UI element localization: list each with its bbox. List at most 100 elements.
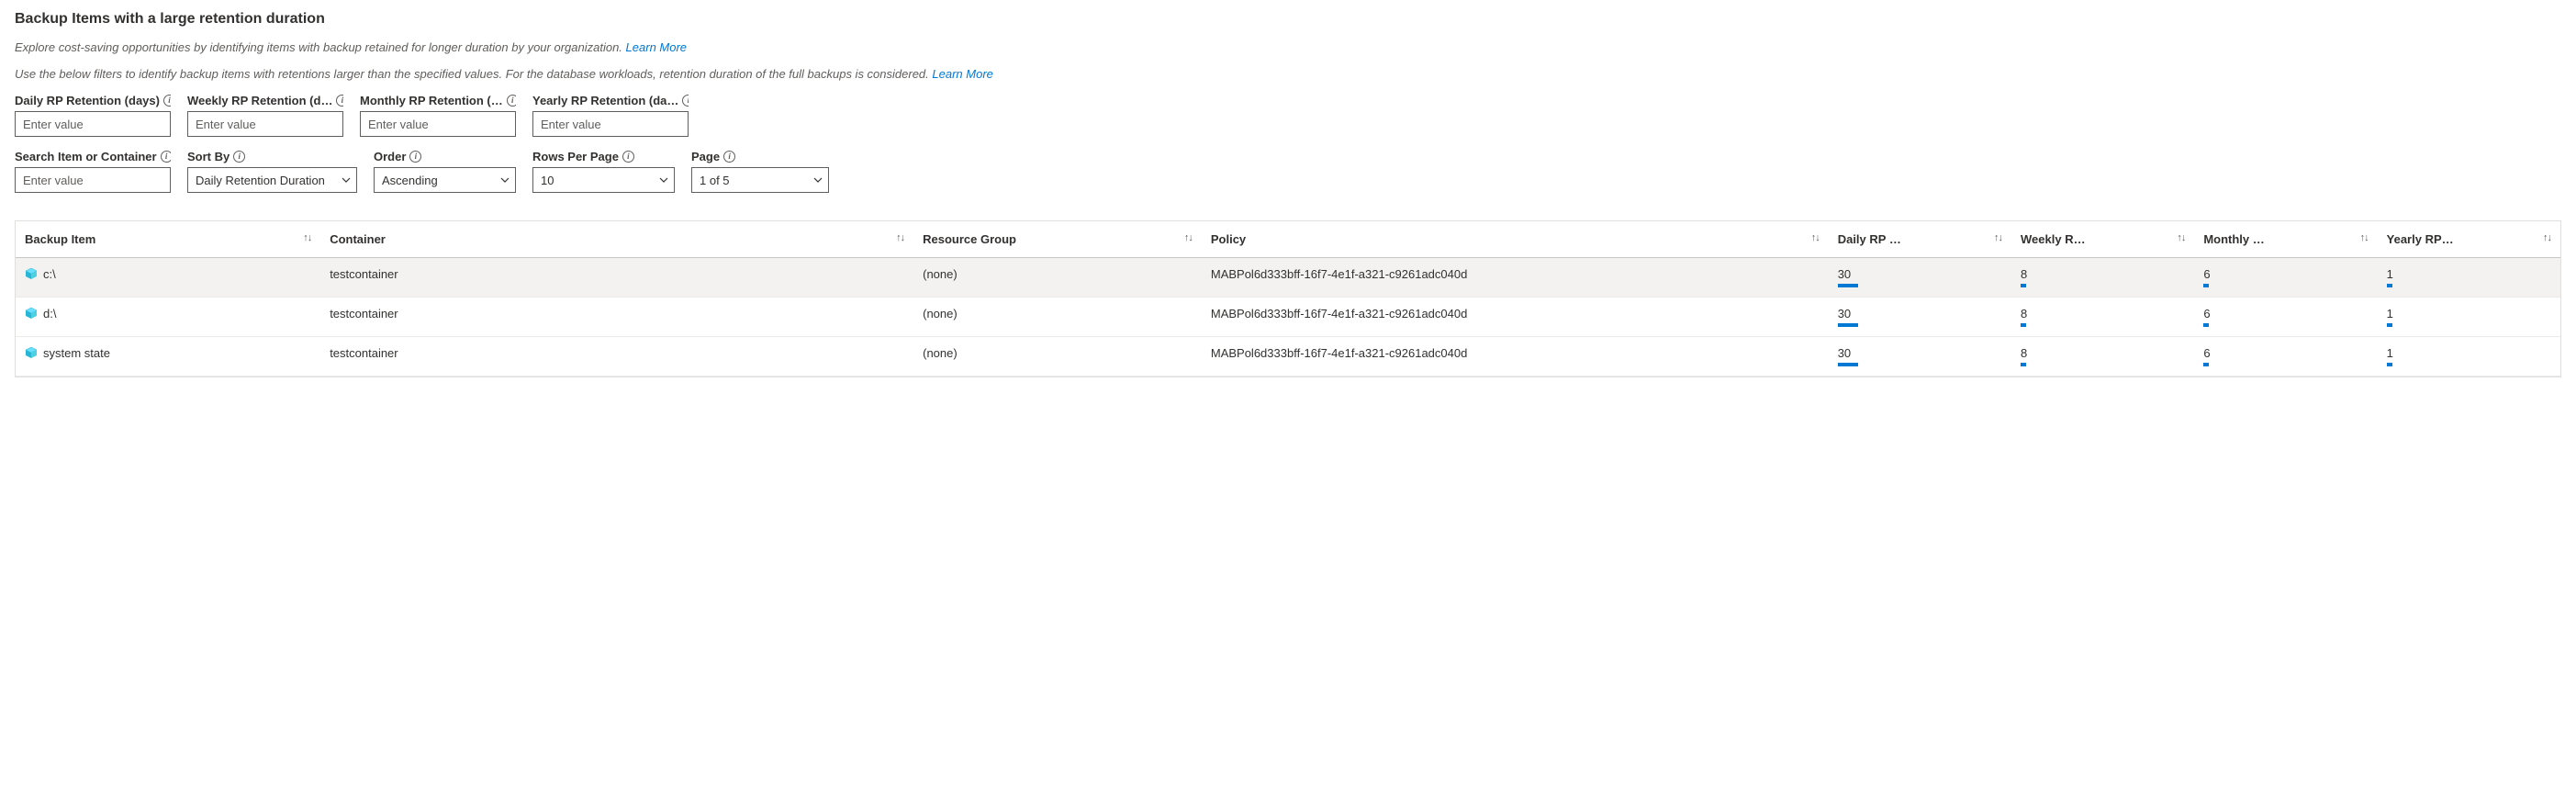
backup-item-name: d:\ — [43, 307, 56, 320]
cell-monthly: 6 — [2194, 298, 2377, 337]
metric-monthly-value: 6 — [2203, 346, 2368, 360]
metric-yearly: 1 — [2387, 307, 2551, 327]
col-daily[interactable]: Daily RP …↑↓ — [1829, 221, 2011, 258]
rows-per-page-select[interactable]: 10 — [532, 167, 675, 193]
metric-weekly: 8 — [2021, 307, 2185, 327]
metric-monthly: 6 — [2203, 346, 2368, 366]
info-icon[interactable]: i — [163, 95, 171, 107]
order-label: Order i — [374, 150, 516, 163]
search-label: Search Item or Container i — [15, 150, 171, 163]
table-row[interactable]: c:\testcontainer(none)MABPol6d333bff-16f… — [16, 258, 2560, 298]
col-resource-group[interactable]: Resource Group↑↓ — [913, 221, 1202, 258]
cell-policy: MABPol6d333bff-16f7-4e1f-a321-c9261adc04… — [1202, 298, 1829, 337]
cell-resource-group: (none) — [913, 337, 1202, 377]
page-description-2: Use the below filters to identify backup… — [15, 67, 2561, 81]
metric-bar — [2203, 363, 2209, 366]
metric-weekly-value: 8 — [2021, 307, 2185, 320]
cell-weekly: 8 — [2011, 258, 2194, 298]
col-weekly[interactable]: Weekly R…↑↓ — [2011, 221, 2194, 258]
col-yearly-text: Yearly RP… — [2387, 232, 2454, 246]
metric-bar — [1838, 323, 1858, 327]
cell-daily: 30 — [1829, 337, 2011, 377]
table-row[interactable]: system statetestcontainer(none)MABPol6d3… — [16, 337, 2560, 377]
col-yearly[interactable]: Yearly RP… ↑↓ — [2378, 221, 2560, 258]
col-container[interactable]: Container ↑↓ — [320, 221, 913, 258]
metric-bar-bg — [2203, 323, 2249, 327]
metric-bar-bg — [2021, 284, 2066, 287]
metric-bar — [2021, 363, 2026, 366]
col-backup-item[interactable]: Backup Item↑↓ — [16, 221, 320, 258]
table-row[interactable]: d:\testcontainer(none)MABPol6d333bff-16f… — [16, 298, 2560, 337]
info-icon[interactable]: i — [507, 95, 516, 107]
metric-monthly-value: 6 — [2203, 307, 2368, 320]
metric-yearly: 1 — [2387, 267, 2551, 287]
metric-daily-value: 30 — [1838, 307, 2002, 320]
cell-yearly: 1 — [2378, 258, 2560, 298]
page-title: Backup Items with a large retention dura… — [15, 11, 2561, 28]
daily-rp-input[interactable] — [15, 111, 171, 137]
metric-weekly: 8 — [2021, 346, 2185, 366]
yearly-rp-label: Yearly RP Retention (da… i — [532, 94, 689, 107]
sort-icon: ↑↓ — [896, 232, 904, 243]
metric-bar-bg — [1838, 323, 1884, 327]
info-icon[interactable]: i — [723, 151, 735, 163]
cell-backup-item: system state — [16, 337, 320, 377]
col-monthly-text: Monthly … — [2203, 232, 2264, 246]
metric-bar — [2203, 284, 2209, 287]
cell-daily: 30 — [1829, 298, 2011, 337]
metric-monthly: 6 — [2203, 307, 2368, 327]
yearly-rp-label-text: Yearly RP Retention (da… — [532, 94, 678, 107]
col-monthly[interactable]: Monthly …↑↓ — [2194, 221, 2377, 258]
sort-icon: ↑↓ — [303, 232, 311, 243]
learn-more-link-1[interactable]: Learn More — [626, 40, 687, 54]
col-daily-text: Daily RP … — [1838, 232, 1901, 246]
info-icon[interactable]: i — [336, 95, 343, 107]
metric-bar — [2387, 284, 2392, 287]
monthly-rp-input[interactable] — [360, 111, 516, 137]
cell-container: testcontainer — [320, 337, 913, 377]
cube-icon — [25, 346, 38, 359]
info-icon[interactable]: i — [161, 151, 171, 163]
metric-yearly: 1 — [2387, 346, 2551, 366]
metric-bar-bg — [2387, 284, 2433, 287]
sortby-select[interactable]: Daily Retention Duration — [187, 167, 357, 193]
cell-monthly: 6 — [2194, 258, 2377, 298]
info-icon[interactable]: i — [682, 95, 689, 107]
metric-bar — [2387, 323, 2392, 327]
metric-weekly-value: 8 — [2021, 346, 2185, 360]
cell-weekly: 8 — [2011, 337, 2194, 377]
metric-bar-bg — [2021, 323, 2066, 327]
metric-bar — [2387, 363, 2392, 366]
metric-bar — [2021, 323, 2026, 327]
col-policy[interactable]: Policy↑↓ — [1202, 221, 1829, 258]
page-label-text: Page — [691, 150, 720, 163]
page-select[interactable]: 1 of 5 — [691, 167, 829, 193]
rows-label-text: Rows Per Page — [532, 150, 619, 163]
order-value: Ascending — [382, 174, 438, 187]
info-icon[interactable]: i — [233, 151, 245, 163]
metric-bar — [1838, 363, 1858, 366]
sort-icon: ↑↓ — [2543, 232, 2551, 243]
cell-daily: 30 — [1829, 258, 2011, 298]
monthly-rp-label: Monthly RP Retention (… i — [360, 94, 516, 107]
col-container-text: Container — [330, 232, 386, 246]
search-input[interactable] — [15, 167, 171, 193]
page-value: 1 of 5 — [700, 174, 730, 187]
col-policy-text: Policy — [1211, 232, 1246, 246]
metric-bar — [1838, 284, 1858, 287]
yearly-rp-input[interactable] — [532, 111, 689, 137]
cell-container: testcontainer — [320, 258, 913, 298]
weekly-rp-input[interactable] — [187, 111, 343, 137]
info-icon[interactable]: i — [409, 151, 421, 163]
col-rg-text: Resource Group — [923, 232, 1016, 246]
chevron-down-icon — [813, 175, 823, 185]
cell-backup-item: c:\ — [16, 258, 320, 298]
col-weekly-text: Weekly R… — [2021, 232, 2086, 246]
learn-more-link-2[interactable]: Learn More — [932, 67, 992, 81]
order-select[interactable]: Ascending — [374, 167, 516, 193]
metric-bar-bg — [2021, 363, 2066, 366]
metric-bar-bg — [1838, 363, 1884, 366]
monthly-rp-label-text: Monthly RP Retention (… — [360, 94, 503, 107]
info-icon[interactable]: i — [622, 151, 634, 163]
metric-bar — [2021, 284, 2026, 287]
